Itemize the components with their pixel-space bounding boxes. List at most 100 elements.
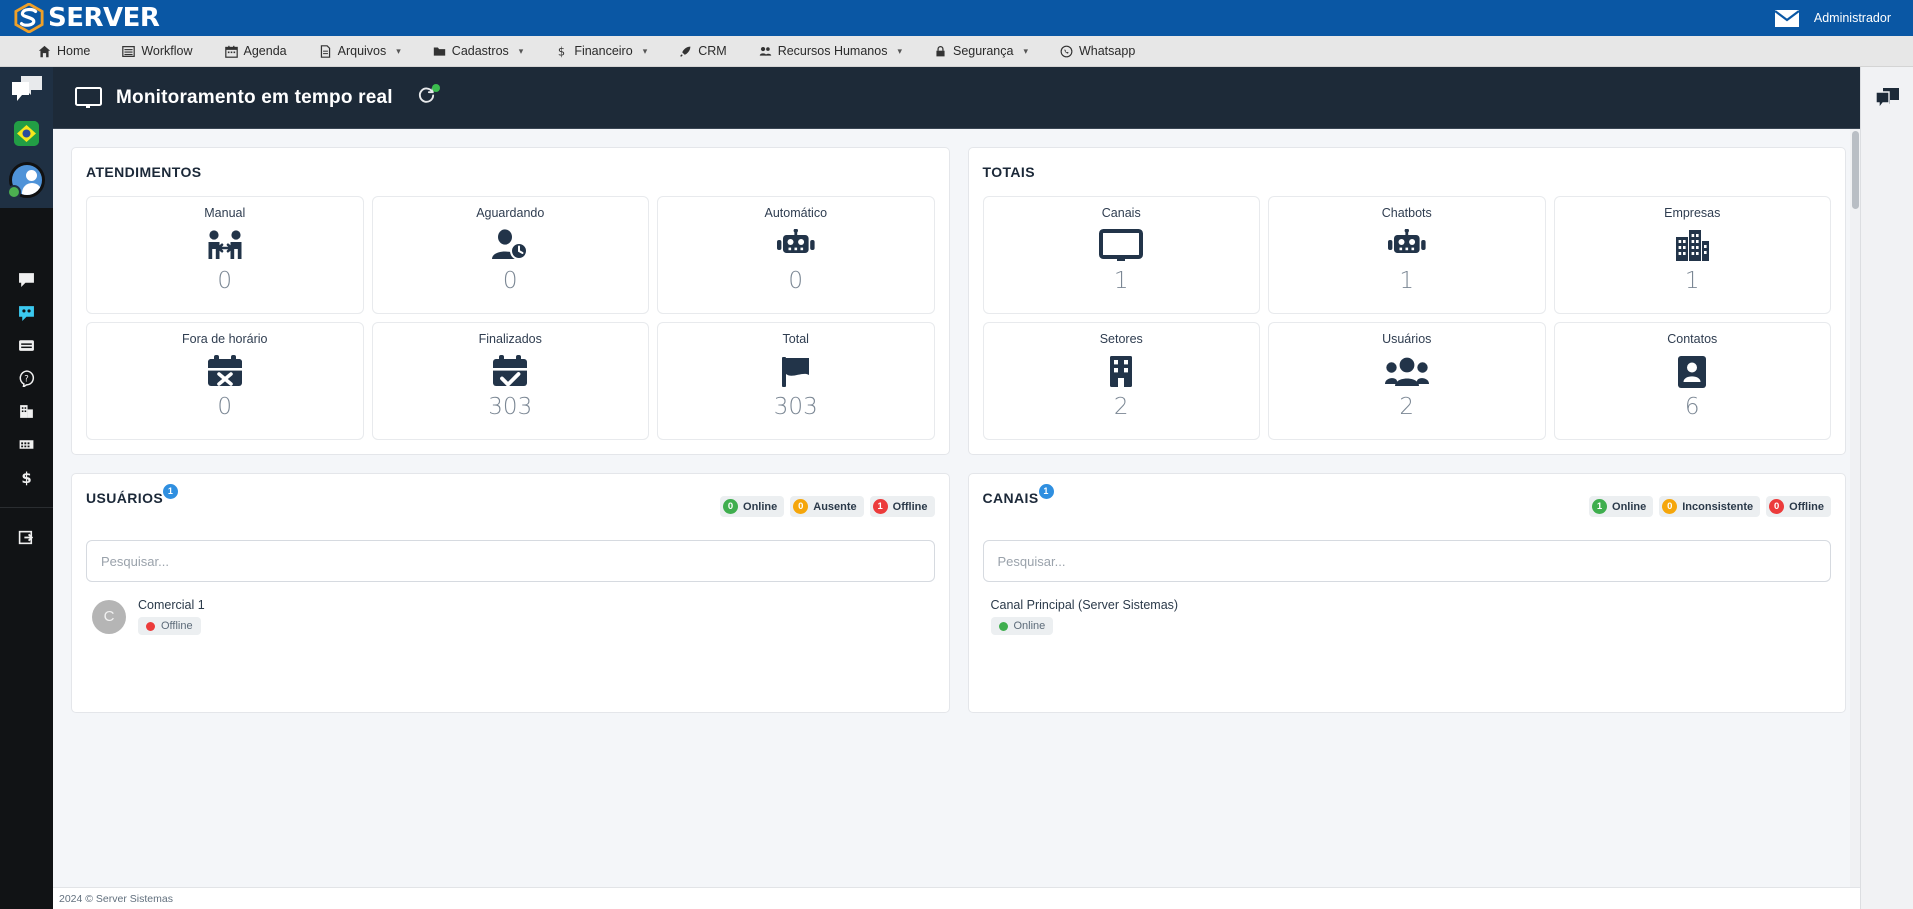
usuarios-item-status: Offline	[138, 617, 201, 635]
tile-finalizados[interactable]: Finalizados 303	[371, 322, 649, 440]
badge-count: 0	[1769, 499, 1785, 514]
rail-item-help[interactable]: ?	[0, 362, 53, 395]
building-icon	[20, 405, 33, 418]
list-panels-row: USUÁRIOS 1 0 Online 0 Ausente 1 Offline …	[71, 473, 1846, 713]
list-card-icon	[19, 340, 34, 351]
atendimentos-tiles: Manual 0 Aguardando 0 Automático 0 Fora …	[86, 196, 935, 440]
rail-item-list-card[interactable]	[0, 329, 53, 362]
usuarios-badge-online[interactable]: 0 Online	[720, 496, 785, 517]
rail-item-building[interactable]	[0, 395, 53, 428]
svg-text:$: $	[558, 45, 565, 58]
tile-fora-de-horario[interactable]: Fora de horário 0	[86, 322, 364, 440]
tile-contatos[interactable]: Contatos 6	[1553, 322, 1831, 440]
tile-label: Empresas	[1664, 206, 1721, 220]
rail-item-comment[interactable]	[0, 263, 53, 296]
avatar-head	[25, 170, 37, 181]
badge-label: Offline	[892, 500, 928, 513]
folder-icon	[433, 46, 445, 56]
rocket-icon	[680, 46, 691, 57]
menu-item-whatsapp[interactable]: Whatsapp	[1044, 36, 1151, 67]
tile-label: Manual	[204, 206, 246, 220]
rail-item-grid[interactable]	[0, 428, 53, 461]
avatar-online-dot	[6, 185, 21, 199]
tile-label: Contatos	[1667, 332, 1718, 346]
badge-label: Online	[1612, 500, 1647, 513]
canais-badge-offline[interactable]: 0 Offline	[1766, 496, 1831, 517]
admin-user-label[interactable]: Administrador	[1814, 11, 1891, 25]
menu-item-home[interactable]: Home	[22, 36, 106, 67]
dollar-icon: $	[21, 469, 31, 486]
tile-automatico[interactable]: Automático 0	[657, 196, 935, 314]
tile-aguardando[interactable]: Aguardando 0	[371, 196, 649, 314]
usuarios-item-name: Comercial 1	[138, 598, 205, 612]
calendar-icon	[224, 45, 238, 58]
chat-bubbles-icon[interactable]	[11, 75, 43, 105]
badge-count: 0	[1662, 499, 1678, 514]
tile-total[interactable]: Total 303	[657, 322, 935, 440]
tile-label: Setores	[1099, 332, 1143, 346]
comment-icon	[19, 273, 34, 287]
panel-title-totais: TOTAIS	[982, 164, 1035, 180]
avatar: C	[92, 599, 126, 634]
page-title: Monitoramento em tempo real	[116, 86, 393, 108]
scrollbar-thumb[interactable]	[1852, 131, 1859, 209]
dashboard-scroll-area: ATENDIMENTOS Manual 0 Aguardando 0 Autom…	[53, 129, 1860, 909]
chevron-down-icon: ▾	[897, 45, 902, 56]
flag-icon	[778, 352, 814, 392]
tile-value: 2	[1113, 394, 1129, 420]
menu-item-arquivos[interactable]: Arquivos ▾	[303, 36, 417, 67]
content-scrollbar[interactable]	[1850, 129, 1860, 909]
canais-title-text: CANAIS	[982, 490, 1039, 506]
usuarios-title-text: USUÁRIOS	[86, 490, 164, 506]
rail-item-logout[interactable]	[0, 521, 53, 554]
canais-list-item[interactable]: Canal Principal (Server Sistemas) Online	[983, 598, 1832, 635]
usuarios-search-input[interactable]	[86, 540, 935, 582]
tile-label: Chatbots	[1381, 206, 1432, 220]
brazil-flag-icon[interactable]	[14, 121, 39, 146]
menu-item-cadastros[interactable]: Cadastros ▾	[417, 36, 540, 67]
chevron-down-icon: ▾	[642, 45, 648, 56]
brand-logo[interactable]: SERVER	[14, 3, 160, 33]
footer-text: 2024 © Server Sistemas	[59, 892, 173, 905]
menu-item-financeiro[interactable]: $ Financeiro ▾	[539, 36, 663, 67]
menu-label: Agenda	[243, 44, 287, 58]
canais-search-input[interactable]	[982, 540, 1831, 582]
menu-label: Cadastros	[451, 44, 509, 58]
usuarios-badge-ausente[interactable]: 0 Ausente	[790, 496, 864, 517]
rail-item-chatbot[interactable]	[0, 296, 53, 329]
usuarios-list-item[interactable]: C Comercial 1 Offline	[86, 598, 935, 635]
canais-badge-inconsistente[interactable]: 0 Inconsistente	[1659, 496, 1761, 517]
badge-count: 1	[872, 499, 888, 514]
monitor-icon	[75, 86, 102, 108]
menu-item-seguranca[interactable]: Segurança ▾	[918, 36, 1044, 67]
brand-name: SERVER	[48, 3, 160, 33]
badge-label: Inconsistente	[1682, 500, 1754, 513]
usuarios-badge-offline[interactable]: 1 Offline	[869, 496, 935, 517]
chat-support-button[interactable]	[1870, 81, 1904, 115]
tile-setores[interactable]: Setores 2	[982, 322, 1260, 440]
canais-item-status: Online	[990, 617, 1054, 635]
menu-item-recursos-humanos[interactable]: Recursos Humanos ▾	[743, 36, 918, 67]
rail-item-financial[interactable]: $	[0, 461, 53, 494]
menu-item-crm[interactable]: CRM	[663, 36, 742, 67]
robot-icon	[776, 226, 816, 266]
calendar-check-icon	[491, 352, 529, 392]
tile-canais[interactable]: Canais 1	[982, 196, 1260, 314]
panel-usuarios: USUÁRIOS 1 0 Online 0 Ausente 1 Offline …	[71, 473, 950, 713]
user-avatar[interactable]	[6, 162, 45, 199]
chevron-down-icon: ▾	[518, 45, 524, 56]
tile-chatbots[interactable]: Chatbots 1	[1268, 196, 1546, 314]
menu-item-workflow[interactable]: Workflow	[106, 36, 208, 67]
topbar-right: Administrador	[1773, 8, 1891, 28]
tile-empresas[interactable]: Empresas 1	[1553, 196, 1831, 314]
menu-item-agenda[interactable]: Agenda	[209, 36, 303, 67]
refresh-button[interactable]	[417, 83, 440, 110]
canais-count-badge: 1	[1038, 483, 1054, 499]
tile-usuarios[interactable]: Usuários 2	[1268, 322, 1546, 440]
totais-tiles: Canais 1 Chatbots 1 Empresas 1 Setores 2…	[982, 196, 1831, 440]
envelope-icon[interactable]	[1773, 8, 1800, 28]
tile-manual[interactable]: Manual 0	[86, 196, 364, 314]
usuarios-header: USUÁRIOS 1 0 Online 0 Ausente 1 Offline	[86, 483, 935, 522]
canais-badge-online[interactable]: 1 Online	[1589, 496, 1654, 517]
file-icon	[320, 44, 330, 58]
